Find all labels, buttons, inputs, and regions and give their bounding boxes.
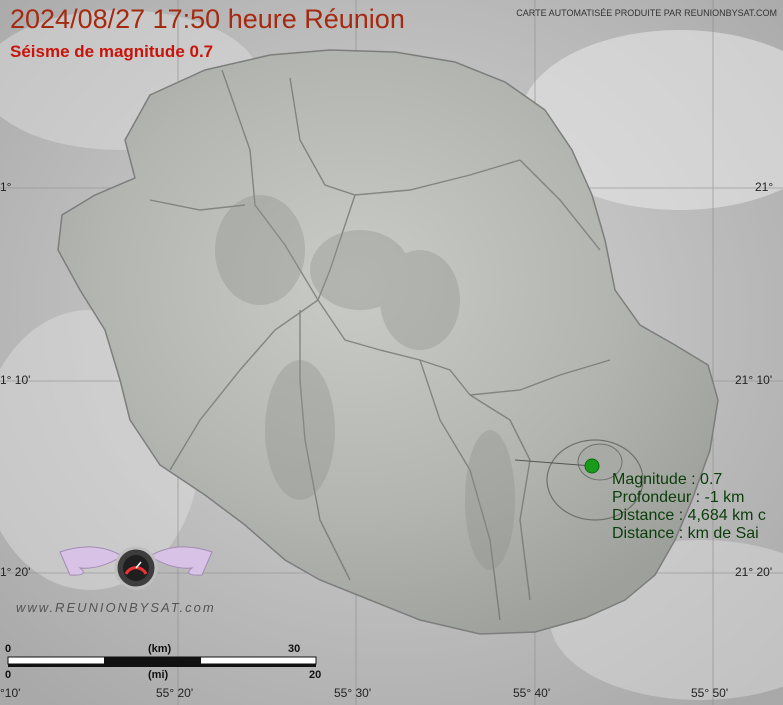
lat-label-left: 1° 20': [0, 565, 31, 579]
lon-label: 55° 50': [691, 686, 729, 700]
map-credit: CARTE AUTOMATISÉE PRODUITE PAR REUNIONBY…: [516, 8, 777, 18]
scale-km-max: 30: [288, 643, 301, 655]
quake-epicenter-marker[interactable]: [584, 458, 600, 474]
lat-label-right: 21°: [755, 180, 774, 194]
map-root: 2024/08/27 17:50 heure Réunion Séisme de…: [0, 0, 783, 705]
quake-depth: Profondeur : -1 km: [612, 489, 745, 506]
quake-distance: Distance : 4,684 km c: [612, 507, 766, 524]
page-title: 2024/08/27 17:50 heure Réunion: [10, 4, 405, 34]
scale-zero-km: 0: [5, 643, 12, 655]
scale-zero-mi: 0: [5, 669, 12, 681]
quake-subtitle: Séisme de magnitude 0.7: [10, 42, 214, 61]
lon-label: 55° 30': [334, 686, 372, 700]
lat-label-right: 21° 20': [735, 565, 773, 579]
scale-mi-max: 20: [309, 669, 322, 681]
lat-label-left: 1° 10': [0, 373, 31, 387]
scale-mi-label: (mi): [148, 669, 169, 681]
lon-label: °10': [0, 686, 21, 700]
lon-label: 55° 40': [513, 686, 551, 700]
scale-km-label: (km): [148, 643, 172, 655]
lat-label-right: 21° 10': [735, 373, 773, 387]
lat-label-left: 1°: [0, 180, 12, 194]
quake-distance-town: Distance : km de Sai: [612, 525, 759, 542]
lon-label: 55° 20': [156, 686, 194, 700]
logo-text[interactable]: www.REUNIONBYSAT.com: [16, 600, 216, 615]
quake-magnitude: Magnitude : 0.7: [612, 471, 723, 488]
scale-bar: [7, 656, 317, 667]
